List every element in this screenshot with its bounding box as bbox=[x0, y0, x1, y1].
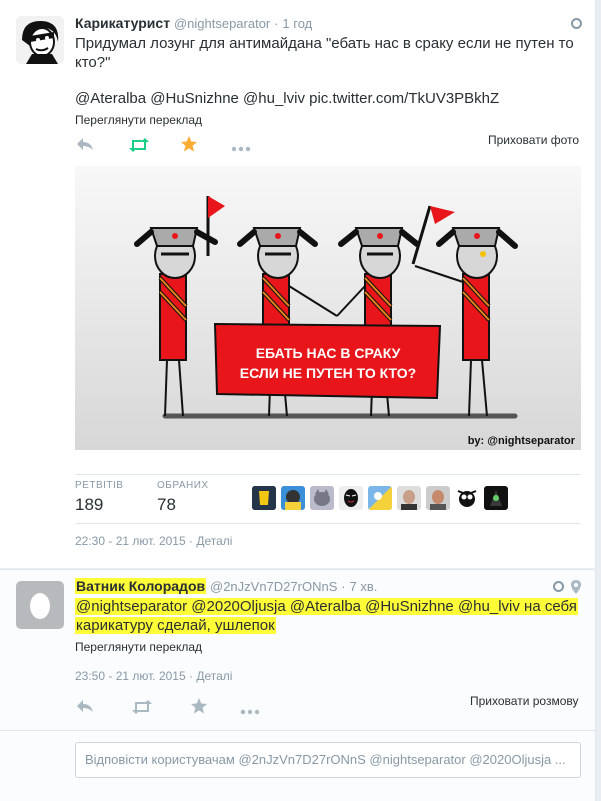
banner-line1: ЕБАТЬ НАС В СРАКУ bbox=[256, 345, 401, 361]
egg-icon bbox=[30, 593, 50, 619]
tweet-text-line2: карикатуру сделай, ушлепок bbox=[75, 617, 276, 634]
star-icon[interactable] bbox=[190, 697, 208, 720]
translate-link[interactable]: Переглянути переклад bbox=[75, 113, 202, 127]
banner-line2: ЕСЛИ НЕ ПУТЕН ТО КТО? bbox=[240, 365, 416, 381]
globe-icon bbox=[553, 581, 564, 592]
favoriter-avatar[interactable] bbox=[455, 486, 479, 510]
more-icon[interactable] bbox=[231, 140, 251, 158]
favoriter-avatar[interactable] bbox=[252, 486, 276, 510]
tweet-time[interactable]: 7 хв. bbox=[350, 579, 378, 594]
globe-icon bbox=[571, 18, 582, 29]
separator: · bbox=[341, 579, 346, 594]
divider bbox=[0, 730, 596, 731]
details-link[interactable]: · Деталі bbox=[189, 534, 232, 548]
separator: · bbox=[274, 16, 279, 31]
tweet-timestamp: 22:30 - 21 лют. 2015 bbox=[75, 534, 186, 548]
tweet-text-line1: @nightseparator @2020Oljusja @Ateralba @… bbox=[75, 598, 578, 615]
favorites-count[interactable]: 78 bbox=[157, 495, 176, 515]
translate-link[interactable]: Переглянути переклад bbox=[75, 640, 202, 654]
tweet-timestamp-row: 23:50 - 21 лют. 2015 · Деталі bbox=[75, 669, 232, 683]
reply-icon[interactable] bbox=[76, 698, 94, 719]
favoriter-avatar[interactable] bbox=[281, 486, 305, 510]
avatar[interactable] bbox=[16, 16, 64, 64]
tweet-timestamp-row: 22:30 - 21 лют. 2015 · Деталі bbox=[75, 534, 232, 548]
author-handle[interactable]: @2nJzVn7D27rONnS bbox=[210, 579, 337, 594]
star-icon[interactable] bbox=[180, 135, 198, 158]
hide-photo-button[interactable]: Приховати фото bbox=[488, 133, 579, 147]
retweet-icon[interactable] bbox=[128, 137, 150, 158]
tweet-timestamp: 23:50 - 21 лют. 2015 bbox=[75, 669, 186, 683]
twitter-page: Карикатурист @nightseparator · 1 год При… bbox=[0, 0, 601, 801]
favoriter-avatar[interactable] bbox=[368, 486, 392, 510]
retweets-label[interactable]: РЕТВІТІВ bbox=[75, 480, 123, 491]
favoriter-avatar[interactable] bbox=[484, 486, 508, 510]
author-name[interactable]: Карикатурист bbox=[75, 15, 170, 31]
photo-credit: by: @nightseparator bbox=[468, 435, 576, 447]
retweet-icon[interactable] bbox=[131, 699, 153, 720]
tweet-text: @nightseparator @2020Oljusja @Ateralba @… bbox=[75, 597, 578, 635]
avatar[interactable] bbox=[16, 581, 64, 629]
tweet-photo[interactable]: ЕБАТЬ НАС В СРАКУ ЕСЛИ НЕ ПУТЕН ТО КТО? … bbox=[75, 166, 581, 450]
favoriter-avatar[interactable] bbox=[339, 486, 363, 510]
retweets-count[interactable]: 189 bbox=[75, 495, 103, 515]
favoriter-avatar[interactable] bbox=[310, 486, 334, 510]
tweet-text: Придумал лозунг для антимайдана "ебать н… bbox=[75, 34, 574, 72]
hide-conversation-button[interactable]: Приховати розмову bbox=[470, 694, 578, 708]
reply-icon[interactable] bbox=[76, 136, 94, 157]
author-name[interactable]: Ватник Колорадов bbox=[75, 578, 207, 594]
tweet-text-line1: Придумал лозунг для антимайдана "ебать н… bbox=[75, 35, 574, 52]
details-link[interactable]: · Деталі bbox=[189, 669, 232, 683]
author-handle[interactable]: @nightseparator bbox=[174, 16, 270, 31]
favorites-label[interactable]: ОБРАНИХ bbox=[157, 480, 209, 491]
tweet-mentions[interactable]: @Ateralba @HuSnizhne @hu_lviv pic.twitte… bbox=[75, 89, 499, 108]
tweet-header: Ватник Колорадов @2nJzVn7D27rONnS · 7 хв… bbox=[75, 578, 377, 594]
original-tweet: Карикатурист @nightseparator · 1 год При… bbox=[0, 0, 596, 568]
figure-1 bbox=[134, 227, 218, 417]
tweet-header: Карикатурист @nightseparator · 1 год bbox=[75, 15, 312, 31]
favoriter-avatar[interactable] bbox=[397, 486, 421, 510]
reply-input[interactable]: Відповісти користувачам @2nJzVn7D27rONnS… bbox=[75, 742, 581, 778]
tweet-time[interactable]: 1 год bbox=[282, 16, 312, 31]
tweet-text-line2: кто?" bbox=[75, 54, 111, 71]
cartoon-image: ЕБАТЬ НАС В СРАКУ ЕСЛИ НЕ ПУТЕН ТО КТО? … bbox=[134, 196, 576, 447]
tweet-stats: РЕТВІТІВ 189 ОБРАНИХ 78 bbox=[75, 474, 581, 524]
favoriter-avatar[interactable] bbox=[426, 486, 450, 510]
more-icon[interactable] bbox=[240, 703, 260, 721]
location-pin-icon bbox=[571, 580, 581, 594]
